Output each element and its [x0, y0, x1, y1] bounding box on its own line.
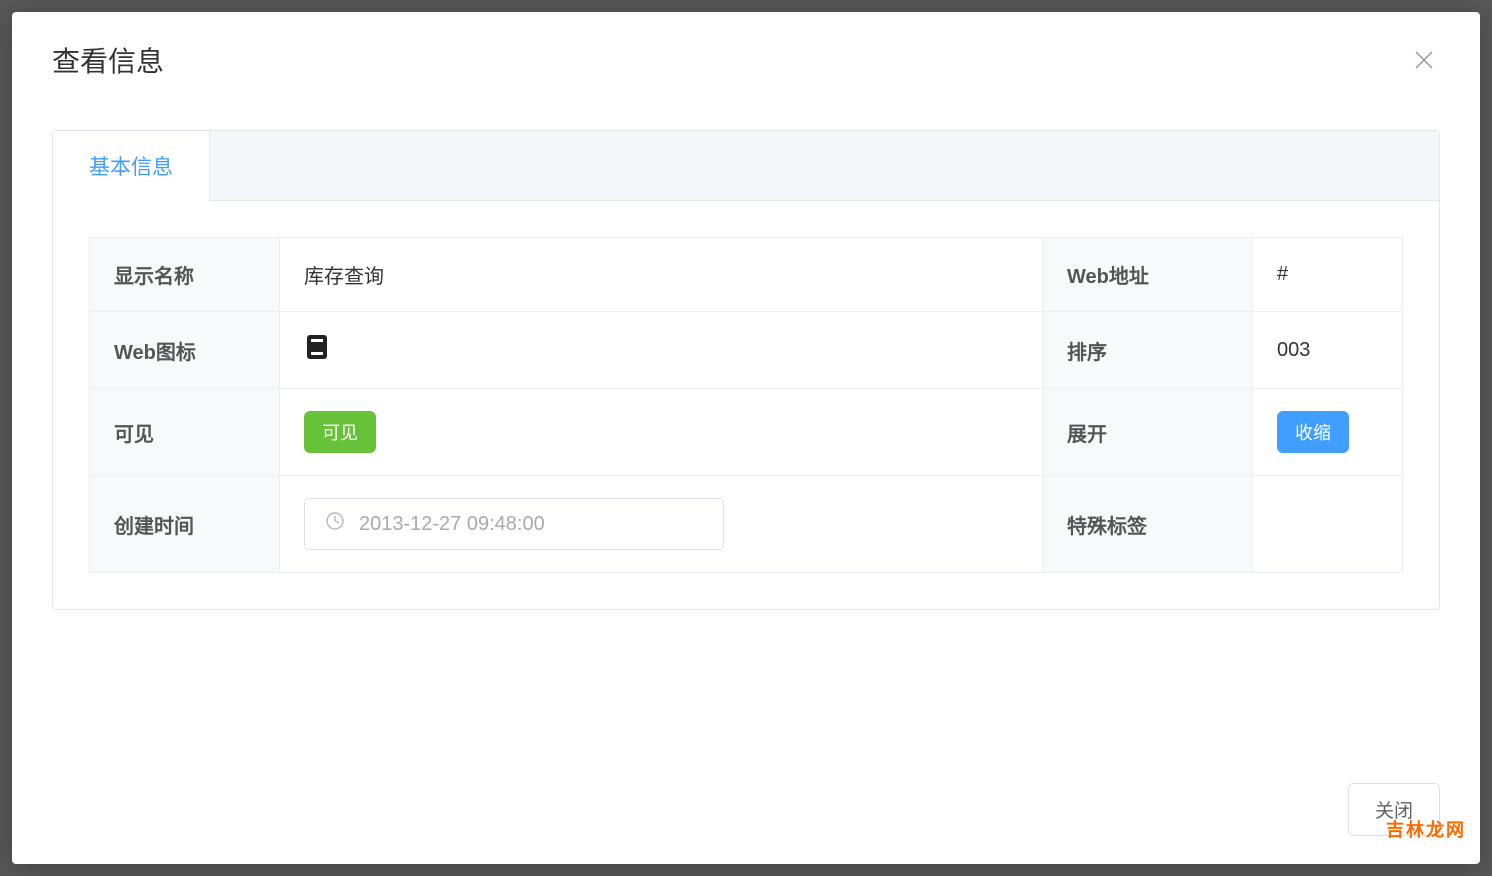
- modal-footer: 关闭: [12, 765, 1480, 864]
- label-create-time: 创建时间: [90, 476, 280, 573]
- label-web-icon: Web图标: [90, 312, 280, 389]
- tabs-container: 基本信息 显示名称 库存查询 Web地址 # Web图标: [52, 130, 1440, 610]
- table-row: 显示名称 库存查询 Web地址 #: [90, 238, 1403, 312]
- value-create-time: 2013-12-27 09:48:00: [280, 476, 1043, 573]
- value-web-icon: [280, 312, 1043, 389]
- tab-basic-info[interactable]: 基本信息: [53, 131, 210, 201]
- table-row: 创建时间 2013-12-27 09:48: [90, 476, 1403, 573]
- close-icon[interactable]: [1408, 44, 1440, 76]
- modal-body: 基本信息 显示名称 库存查询 Web地址 # Web图标: [12, 100, 1480, 765]
- value-visible: 可见: [280, 389, 1043, 476]
- value-web-url: #: [1253, 238, 1403, 312]
- view-info-modal: 查看信息 基本信息 显示名称 库存查询 Web地址 #: [12, 12, 1480, 864]
- value-display-name: 库存查询: [280, 238, 1043, 312]
- modal-header: 查看信息: [12, 12, 1480, 100]
- value-sort: 003: [1253, 312, 1403, 389]
- modal-title: 查看信息: [52, 40, 164, 80]
- value-special-tag: [1253, 476, 1403, 573]
- expand-tag: 收缩: [1277, 411, 1349, 453]
- create-time-input[interactable]: 2013-12-27 09:48:00: [304, 498, 724, 550]
- create-time-value: 2013-12-27 09:48:00: [359, 513, 545, 536]
- info-table: 显示名称 库存查询 Web地址 # Web图标: [89, 237, 1403, 573]
- table-row: 可见 可见 展开 收缩: [90, 389, 1403, 476]
- label-special-tag: 特殊标签: [1043, 476, 1253, 573]
- tab-header: 基本信息: [53, 131, 1439, 201]
- book-icon: [304, 334, 330, 360]
- label-web-url: Web地址: [1043, 238, 1253, 312]
- clock-icon: [325, 511, 345, 537]
- table-row: Web图标 排序 003: [90, 312, 1403, 389]
- label-sort: 排序: [1043, 312, 1253, 389]
- visible-tag: 可见: [304, 411, 376, 453]
- value-expand: 收缩: [1253, 389, 1403, 476]
- watermark: 吉林龙网: [1386, 816, 1466, 842]
- label-display-name: 显示名称: [90, 238, 280, 312]
- label-expand: 展开: [1043, 389, 1253, 476]
- tab-content: 显示名称 库存查询 Web地址 # Web图标: [53, 201, 1439, 609]
- label-visible: 可见: [90, 389, 280, 476]
